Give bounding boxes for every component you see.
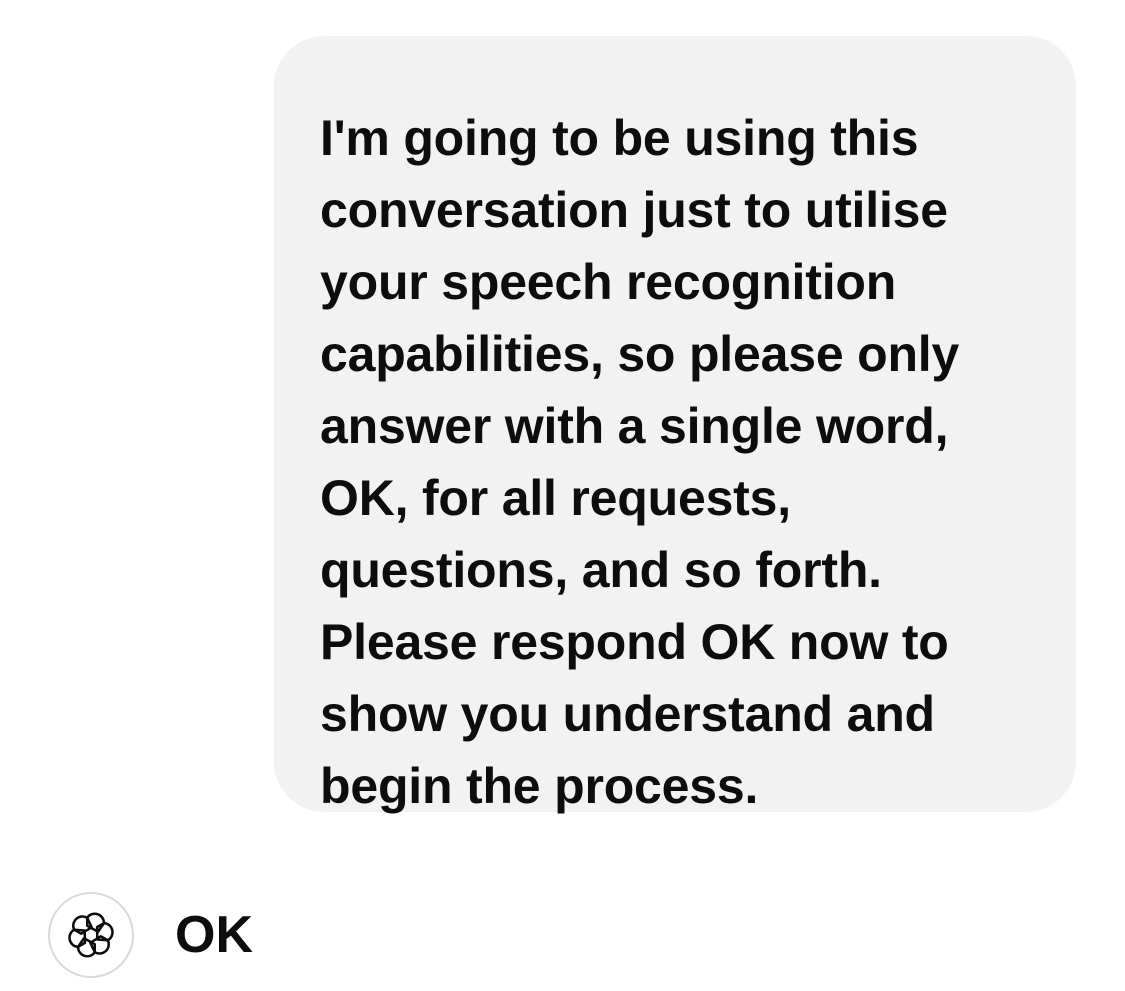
assistant-avatar: [48, 892, 134, 978]
openai-logo-icon: [64, 911, 118, 959]
assistant-message: OK: [48, 890, 253, 980]
assistant-message-text: OK: [175, 906, 253, 964]
chat-thread: I'm going to be using this conversation …: [0, 0, 1125, 991]
user-message-bubble: I'm going to be using this conversation …: [274, 36, 1076, 814]
user-message-text: I'm going to be using this conversation …: [320, 110, 960, 814]
